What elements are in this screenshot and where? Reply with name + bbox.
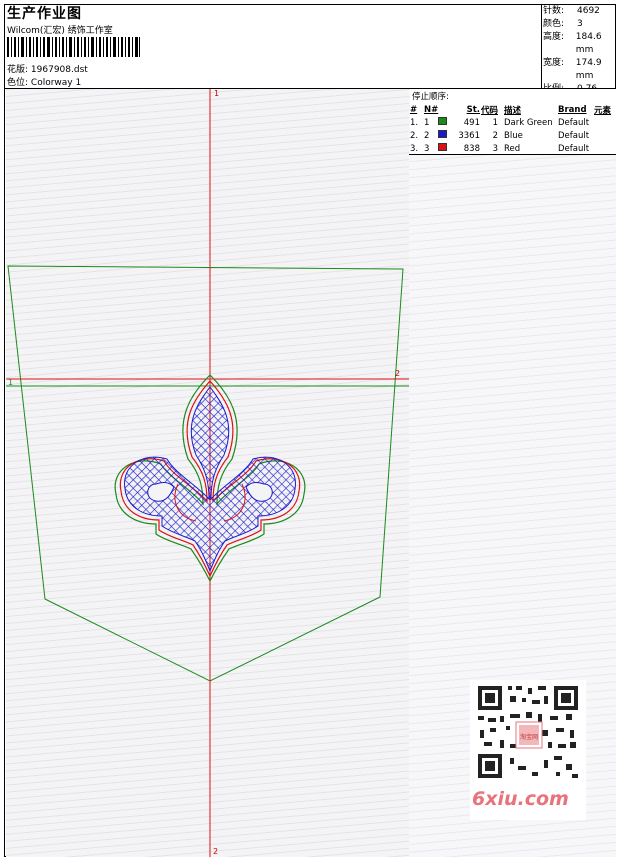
- marker-bottom: 2: [213, 847, 219, 856]
- marker-top: 1: [214, 89, 220, 98]
- table-row[interactable]: 1. 1 491 1 Dark Green Default: [410, 116, 616, 129]
- stat-height: 高度: 184.6 mm: [543, 32, 602, 55]
- design-label: 花版:: [7, 65, 29, 75]
- embroidery-preview: [6, 89, 409, 857]
- barcode-icon: [7, 37, 140, 57]
- table-header: # N# St. 代码 描述 Brand 元素: [410, 104, 612, 116]
- colorway-row: 色位: Colorway 1: [7, 75, 81, 88]
- sheet-title: 生产作业图: [7, 6, 82, 22]
- stop-sequence-table: 停止顺序: # N# St. 代码 描述 Brand 元素 1. 1 491 1…: [410, 89, 616, 155]
- marker-right: 2: [395, 369, 401, 378]
- color-swatch-icon: [438, 130, 447, 138]
- header-divider: [541, 4, 542, 89]
- stat-width: 宽度: 174.9 mm: [543, 58, 602, 81]
- table-bottom-rule: [409, 154, 616, 155]
- company-name: Wilcom(汇宏) 绣饰工作室: [7, 26, 113, 36]
- design-stats: 针数:4692 颜色:3 高度:184.6 mm 宽度:174.9 mm 比例:…: [543, 5, 620, 96]
- stat-stitches: 针数: 4692: [543, 6, 600, 16]
- fleur-de-lis-motif: [114, 374, 306, 583]
- color-swatch-icon: [438, 143, 447, 151]
- marker-left: 1: [8, 378, 14, 387]
- stop-sequence-title: 停止顺序:: [412, 92, 449, 102]
- stat-colors: 颜色: 3: [543, 19, 583, 29]
- design-row: 花版: 1967908.dst: [7, 62, 88, 75]
- qr-badge: 淘宝网: [520, 733, 538, 741]
- colorway-value: Colorway 1: [30, 78, 82, 88]
- watermark: 6xiu.com: [472, 788, 569, 810]
- design-value: 1967908.dst: [30, 65, 88, 75]
- table-row[interactable]: 2. 2 3361 2 Blue Default: [410, 129, 616, 142]
- design-canvas[interactable]: 1 2 1 2: [6, 89, 409, 857]
- color-swatch-icon: [438, 117, 447, 125]
- colorway-label: 色位:: [7, 78, 29, 88]
